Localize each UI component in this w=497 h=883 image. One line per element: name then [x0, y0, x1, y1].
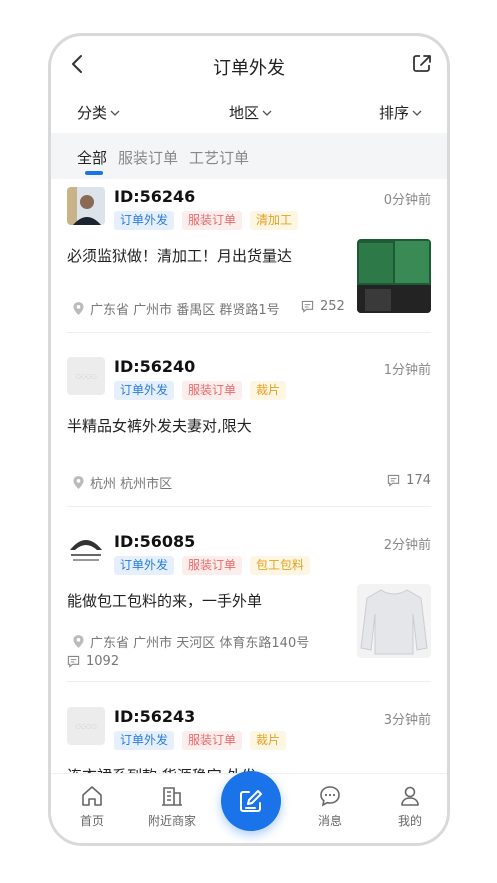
order-card[interactable]: ◌◌◌◌ ID:56240 1分钟前 订单外发 服装订单 裁片 半精品女裤外发夫…: [51, 349, 447, 509]
filter-region[interactable]: 地区: [229, 102, 273, 123]
tag-row: 订单外发 服装订单 包工包料: [114, 556, 311, 575]
tag: 裁片: [250, 381, 287, 400]
tab-label: 我的: [397, 814, 422, 828]
tab-profile[interactable]: 我的: [375, 784, 445, 829]
tag: 订单外发: [114, 381, 175, 400]
post-time: 3分钟前: [383, 713, 431, 728]
comment-count-text: 174: [406, 473, 431, 488]
location: 广东省 广州市 番禺区 群贤路1号: [73, 299, 280, 318]
order-card[interactable]: ◌◌◌◌ ID:56243 3分钟前 订单外发 服装订单 裁片 连衣裙系列款,货…: [51, 699, 447, 779]
comment-icon: [301, 300, 314, 313]
avatar: [67, 187, 105, 225]
avatar: ◌◌◌◌: [67, 707, 105, 745]
comment-count-text: 252: [320, 299, 345, 314]
comment-icon: [67, 655, 80, 668]
avatar-placeholder-icon: ◌◌◌◌: [75, 722, 97, 730]
message-icon: [320, 786, 340, 807]
product-image: [357, 239, 431, 313]
order-description: 必须监狱做！清加工！月出货量达: [67, 247, 293, 265]
tab-nearby-merchants[interactable]: 附近商家: [137, 784, 207, 829]
user-icon: [401, 786, 419, 806]
tag: 清加工: [250, 211, 299, 230]
chevron-down-icon: [262, 110, 272, 116]
location: 杭州 杭州市区: [73, 473, 172, 492]
comment-count: 1092: [67, 654, 119, 669]
filter-label: 分类: [77, 104, 108, 122]
tag-row: 订单外发 服装订单 裁片: [114, 731, 287, 750]
tab-label: 附近商家: [147, 814, 196, 828]
comment-count: 174: [387, 473, 431, 488]
tag: 包工包料: [250, 556, 311, 575]
chevron-down-icon: [110, 110, 120, 116]
tab-clothing-orders[interactable]: 服装订单: [118, 147, 178, 168]
order-id: ID:56085: [114, 532, 196, 551]
tag: 订单外发: [114, 556, 175, 575]
location-text: 广东省 广州市 番禺区 群贤路1号: [90, 303, 280, 318]
person-photo: [67, 187, 105, 225]
tab-label: 消息: [317, 814, 342, 828]
avatar-placeholder-icon: ◌◌◌◌: [75, 372, 97, 380]
post-time: 2分钟前: [383, 538, 431, 553]
tab-craft-orders[interactable]: 工艺订单: [189, 147, 249, 168]
comment-count-text: 1092: [86, 654, 120, 669]
avatar: [67, 532, 105, 570]
order-id: ID:56246: [114, 187, 196, 206]
order-card[interactable]: ID:56246 0分钟前 订单外发 服装订单 清加工 必须监狱做！清加工！月出…: [51, 179, 447, 334]
filter-category[interactable]: 分类: [77, 102, 121, 123]
filter-sort[interactable]: 排序: [379, 102, 423, 123]
location: 广东省 广州市 天河区 体育东路140号: [73, 632, 309, 651]
tag: 服装订单: [182, 731, 243, 750]
divider: [67, 332, 431, 333]
tag-row: 订单外发 服装订单 清加工: [114, 211, 299, 230]
order-description: 能做包工包料的来，一手外单: [67, 592, 263, 610]
divider: [67, 506, 431, 507]
filter-label: 排序: [379, 104, 410, 122]
tag: 裁片: [250, 731, 287, 750]
location-pin-icon: [73, 476, 84, 489]
post-time: 1分钟前: [383, 363, 431, 378]
post-time: 0分钟前: [383, 193, 431, 208]
chevron-down-icon: [412, 110, 422, 116]
product-image: [357, 584, 431, 658]
comment-count: 252: [301, 299, 345, 314]
top-bar: 订单外发: [51, 36, 447, 92]
tab-home[interactable]: 首页: [57, 784, 127, 829]
order-thumbnail[interactable]: [357, 584, 431, 658]
location-text: 杭州 杭州市区: [90, 477, 173, 492]
location-pin-icon: [73, 635, 84, 648]
order-id: ID:56240: [114, 357, 196, 376]
tab-messages[interactable]: 消息: [295, 784, 365, 829]
tag: 服装订单: [182, 211, 243, 230]
phone-frame: 订单外发 分类 地区 排序 全部 服装订单 工艺订单 ID:56246 0分钟前…: [48, 33, 450, 846]
tab-label: 首页: [79, 814, 104, 828]
location-text: 广东省 广州市 天河区 体育东路140号: [90, 636, 310, 651]
tag: 服装订单: [182, 381, 243, 400]
filter-bar: 分类 地区 排序: [51, 96, 447, 130]
tag: 服装订单: [182, 556, 243, 575]
order-id: ID:56243: [114, 707, 196, 726]
active-tab-indicator: [85, 171, 103, 175]
tag-row: 订单外发 服装订单 裁片: [114, 381, 287, 400]
tab-all[interactable]: 全部: [77, 147, 107, 168]
comment-icon: [388, 474, 400, 487]
tab-bar: 全部 服装订单 工艺订单: [51, 133, 447, 179]
order-list: ID:56246 0分钟前 订单外发 服装订单 清加工 必须监狱做！清加工！月出…: [51, 179, 447, 779]
location-pin-icon: [73, 302, 84, 315]
filter-label: 地区: [229, 104, 260, 122]
order-description: 半精品女裤外发夫妻对,限大: [67, 417, 252, 435]
tag: 订单外发: [114, 211, 175, 230]
divider: [67, 681, 431, 682]
company-logo: [67, 532, 105, 570]
avatar: ◌◌◌◌: [67, 357, 105, 395]
share-icon: [413, 55, 431, 72]
share-button[interactable]: [411, 52, 433, 74]
order-card[interactable]: ID:56085 2分钟前 订单外发 服装订单 包工包料 能做包工包料的来，一手…: [51, 524, 447, 684]
page-title: 订单外发: [213, 58, 285, 79]
tag: 订单外发: [114, 731, 175, 750]
edit-icon: [240, 790, 262, 812]
building-icon: [162, 787, 182, 806]
order-thumbnail[interactable]: [357, 239, 431, 313]
home-icon: [82, 786, 102, 806]
publish-button[interactable]: [221, 771, 281, 831]
